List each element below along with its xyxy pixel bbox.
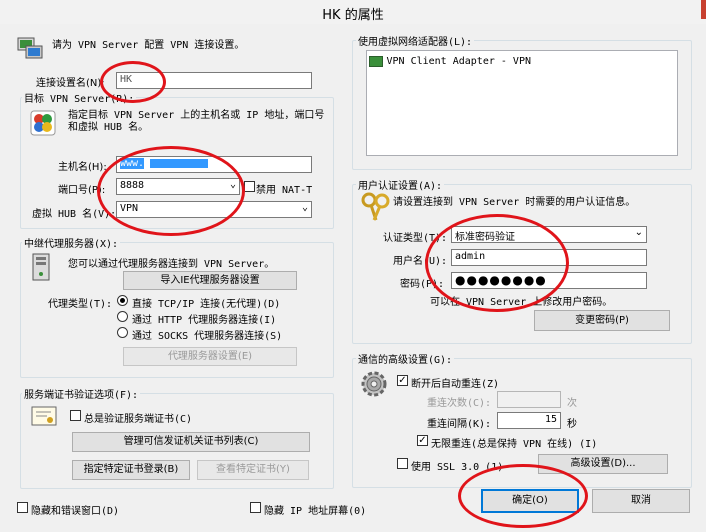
hide-ip-label: 隐藏 IP 地址屏幕(0)	[264, 506, 367, 517]
retry-interval-unit: 秒	[567, 419, 577, 430]
connection-header-text: 请为 VPN Server 配置 VPN 连接设置。	[52, 40, 245, 51]
change-password-button[interactable]: 变更密码(P)	[534, 310, 670, 331]
infinite-reconnect-label: 无限重连(总是保持 VPN 在线) (I)	[431, 439, 598, 450]
proxy-server-icon	[32, 253, 50, 281]
adapter-item-label: VPN Client Adapter - VPN	[386, 56, 532, 67]
infinite-reconnect-checkbox[interactable]: ✓	[417, 435, 428, 446]
advanced-group-label: 通信的高级设置(G):	[356, 351, 455, 366]
window-title: HK 的属性	[322, 8, 384, 23]
retry-interval-label: 重连间隔(K):	[427, 419, 492, 430]
proxy-http-radio[interactable]	[117, 311, 128, 322]
proxy-direct-label: 直接 TCP/IP 连接(无代理)(D)	[132, 299, 281, 310]
list-item[interactable]: VPN Client Adapter - VPN	[369, 54, 531, 67]
register-cert-button[interactable]: 指定特定证书登录(B)	[72, 460, 190, 480]
chevron-down-icon: ⌄	[301, 202, 308, 213]
always-verify-label: 总是验证服务端证书(C)	[84, 414, 193, 425]
auth-description: 请设置连接到 VPN Server 时需要的用户认证信息。	[393, 197, 636, 208]
close-button[interactable]: x	[701, 0, 706, 19]
proxy-socks-radio[interactable]	[117, 327, 128, 338]
adapter-group-label: 使用虚拟网络适配器(L):	[356, 33, 475, 48]
proxy-socks-label: 通过 SOCKS 代理服务器连接(S)	[132, 331, 283, 342]
hide-errors-checkbox[interactable]	[17, 502, 28, 513]
retry-count-label: 重连次数(C):	[427, 398, 492, 409]
chevron-down-icon: ⌄	[634, 227, 643, 238]
auth-group-label: 用户认证设置(A):	[356, 177, 445, 192]
proxy-settings-button[interactable]: 代理服务器设置(E)	[123, 347, 297, 366]
annotation-circle	[425, 214, 569, 312]
retry-interval-input[interactable]: 15	[497, 412, 561, 429]
nat-t-checkbox[interactable]	[244, 181, 255, 192]
proxy-http-label: 通过 HTTP 代理服务器连接(I)	[132, 315, 277, 326]
adapter-listbox[interactable]: VPN Client Adapter - VPN	[366, 50, 678, 156]
auto-reconnect-label: 断开后自动重连(Z)	[411, 379, 500, 390]
connection-name-label: 连接设置名(N):	[36, 78, 105, 89]
cancel-button[interactable]: 取消	[592, 489, 690, 513]
always-verify-checkbox[interactable]	[70, 410, 81, 421]
hide-ip-checkbox[interactable]	[250, 502, 261, 513]
host-label: 主机名(H):	[58, 162, 107, 173]
retry-count-unit: 次	[567, 398, 577, 409]
auto-reconnect-checkbox[interactable]: ✓	[397, 375, 408, 386]
network-adapter-icon	[369, 55, 383, 67]
annotation-circle	[97, 146, 245, 236]
cert-group-label: 服务端证书验证选项(F):	[22, 386, 141, 401]
annotation-circle	[100, 61, 166, 103]
network-settings-icon	[17, 37, 43, 59]
view-cert-button[interactable]: 查看特定证书(Y)	[197, 460, 309, 480]
hide-errors-label: 隐藏和错误窗口(D)	[31, 506, 120, 517]
retry-count-input[interactable]	[497, 391, 561, 408]
title-bar: HK 的属性 x	[0, 0, 706, 25]
annotation-circle	[458, 464, 588, 528]
manage-ca-list-button[interactable]: 管理可信发证机关证书列表(C)	[72, 432, 310, 452]
vpn-server-icon	[30, 110, 56, 136]
ssl3-checkbox[interactable]	[397, 458, 408, 469]
target-description: 指定目标 VPN Server 上的主机名或 IP 地址，端口号和虚拟 HUB …	[68, 110, 325, 133]
certificate-icon	[31, 406, 57, 426]
proxy-direct-radio[interactable]	[117, 295, 128, 306]
import-ie-proxy-button[interactable]: 导入IE代理服务器设置	[123, 271, 297, 290]
proxy-type-label: 代理类型(T):	[48, 299, 113, 310]
gear-icon	[361, 371, 387, 397]
nat-t-label: 禁用 NAT-T	[256, 185, 313, 196]
keys-icon	[361, 192, 390, 221]
proxy-group-label: 中继代理服务器(X):	[22, 235, 121, 250]
proxy-description: 您可以通过代理服务器连接到 VPN Server。	[68, 259, 275, 270]
